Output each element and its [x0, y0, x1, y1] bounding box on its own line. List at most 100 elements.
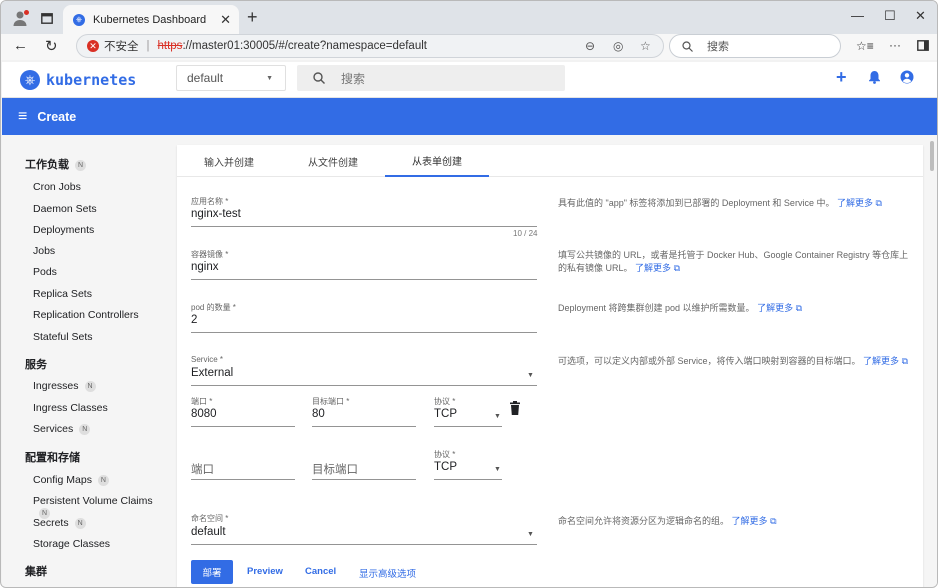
port-input-empty[interactable]: 端口 — [191, 461, 214, 477]
app-header: ⎈ kubernetes default ▼ 搜索 + — [2, 62, 937, 98]
external-link-icon: ⧉ — [770, 516, 777, 526]
delete-port-icon[interactable] — [510, 401, 520, 415]
account-icon[interactable] — [900, 70, 914, 88]
window-close-icon[interactable]: ✕ — [915, 8, 926, 24]
tab-create-from-file[interactable]: 从文件创建 — [281, 145, 385, 177]
item-label: Services — [33, 423, 74, 435]
sidebar-item-storage-classes[interactable]: Storage Classes — [33, 538, 110, 550]
port-input[interactable]: 8080 — [191, 408, 217, 420]
close-tab-icon[interactable]: ✕ — [220, 12, 231, 28]
learn-more-link[interactable]: 了解更多 ⧉ — [863, 356, 908, 366]
not-secure-icon: ✕ — [87, 40, 99, 52]
protocol-select[interactable]: TCP — [434, 408, 457, 420]
link-text: 了解更多 — [757, 303, 794, 313]
not-secure-label: 不安全 — [104, 41, 139, 53]
learn-more-link[interactable]: 了解更多 ⧉ — [635, 263, 680, 273]
protocol-label: 协议 * — [434, 397, 456, 406]
add-resource-icon[interactable]: + — [836, 67, 847, 88]
kubernetes-logo[interactable]: ⎈ kubernetes — [20, 70, 136, 90]
address-bar[interactable]: ✕ 不安全 | https ://master01:30005/#/create… — [76, 34, 664, 58]
zoom-icon[interactable]: ⊖ — [585, 39, 595, 53]
chevron-down-icon[interactable]: ▼ — [527, 372, 534, 379]
sidebar-item-services[interactable]: Services N — [33, 423, 91, 435]
sidebar-item-pods[interactable]: Pods — [33, 266, 57, 278]
namespace-underline — [191, 544, 537, 545]
item-label: Persistent Volume Claims — [33, 495, 153, 507]
hint-text: 填写公共镜像的 URL，或者是托管于 Docker Hub、Google Con… — [558, 250, 909, 273]
notifications-bell-icon[interactable] — [868, 70, 881, 88]
cancel-button[interactable]: Cancel — [305, 566, 336, 577]
sidebar-section-services[interactable]: 服务 — [25, 356, 47, 372]
url-text: ://master01:30005/#/create?namespace=def… — [182, 40, 427, 52]
image-input[interactable]: nginx — [191, 261, 219, 273]
back-icon[interactable]: ← — [13, 37, 28, 54]
sidebar-item-replication-controllers[interactable]: Replication Controllers — [33, 309, 139, 321]
sidebar-item-jobs[interactable]: Jobs — [33, 245, 55, 257]
tab-create-from-form[interactable]: 从表单创建 — [385, 145, 489, 177]
profile-icon[interactable] — [11, 8, 31, 28]
chevron-down-icon: ▼ — [266, 75, 273, 82]
read-aloud-icon[interactable]: ◎ — [613, 39, 623, 53]
tab-create-from-input[interactable]: 输入并创建 — [177, 145, 281, 177]
new-badge: N — [97, 474, 109, 486]
learn-more-link[interactable]: 了解更多 ⧉ — [732, 516, 777, 526]
minimize-icon[interactable]: — — [851, 8, 864, 23]
preview-button[interactable]: Preview — [247, 566, 283, 577]
reload-icon[interactable]: ↻ — [45, 37, 58, 55]
deploy-button[interactable]: 部署 — [191, 560, 233, 584]
port-underline — [191, 426, 295, 427]
sidebar-item-ingresses[interactable]: Ingresses N — [33, 380, 96, 392]
address-separator: | — [146, 40, 150, 52]
sidebar-item-secrets[interactable]: Secrets N — [33, 517, 86, 529]
browser-search-placeholder: 搜索 — [707, 41, 729, 53]
browser-search-box[interactable]: 搜索 — [669, 34, 841, 58]
protocol-select[interactable]: TCP — [434, 461, 457, 473]
sidebar-item-ingress-classes[interactable]: Ingress Classes — [33, 402, 108, 414]
more-options-icon[interactable]: ··· — [889, 38, 901, 52]
sidebar-item-replica-sets[interactable]: Replica Sets — [33, 288, 92, 300]
menu-icon[interactable]: ≡ — [18, 108, 27, 126]
external-link-icon: ⧉ — [901, 356, 908, 366]
protocol-label: 协议 * — [434, 450, 456, 459]
sidebar-item-persistent-volume-claims[interactable]: Persistent Volume ClaimsN — [33, 495, 165, 519]
pod-count-underline — [191, 332, 537, 333]
sidebar-section-workloads[interactable]: 工作负载 N — [25, 156, 86, 172]
link-text: 了解更多 — [635, 263, 672, 273]
favorite-star-icon[interactable]: ☆ — [640, 39, 651, 53]
target-port-input[interactable]: 80 — [312, 408, 325, 420]
image-underline — [191, 279, 537, 280]
sidebar-item-deployments[interactable]: Deployments — [33, 224, 94, 236]
chevron-down-icon[interactable]: ▼ — [494, 413, 501, 420]
service-hint: 可选项，可以定义内部或外部 Service，将传入端口映射到容器的目标端口。 了… — [558, 355, 910, 368]
browser-tab[interactable]: ⎈ Kubernetes Dashboard ✕ — [63, 5, 239, 34]
namespace-select[interactable]: default — [191, 526, 226, 538]
app-name-hint: 具有此值的 "app" 标签将添加到已部署的 Deployment 和 Serv… — [558, 197, 910, 210]
sidebar-item-cron-jobs[interactable]: Cron Jobs — [33, 181, 81, 193]
new-tab-icon[interactable]: + — [247, 7, 258, 28]
scrollbar-thumb[interactable] — [930, 141, 934, 171]
chevron-down-icon[interactable]: ▼ — [527, 531, 534, 538]
show-advanced-options-button[interactable]: 显示高级选项 — [359, 566, 416, 580]
sidebar-section-config-storage[interactable]: 配置和存储 — [25, 449, 80, 465]
sidebar-item-config-maps[interactable]: Config Maps N — [33, 474, 109, 486]
sidebar-item-stateful-sets[interactable]: Stateful Sets — [33, 331, 93, 343]
sidebar-item-daemon-sets[interactable]: Daemon Sets — [33, 203, 97, 215]
service-label: Service * — [191, 355, 224, 364]
pod-count-input[interactable]: 2 — [191, 314, 197, 326]
chevron-down-icon[interactable]: ▼ — [494, 466, 501, 473]
tab-actions-icon[interactable] — [37, 8, 57, 28]
target-port-input-empty[interactable]: 目标端口 — [312, 461, 358, 477]
maximize-icon[interactable]: ☐ — [884, 8, 896, 24]
learn-more-link[interactable]: 了解更多 ⧉ — [837, 198, 882, 208]
service-select[interactable]: External — [191, 367, 233, 379]
resource-search-input[interactable]: 搜索 — [297, 65, 565, 91]
create-card: 输入并创建 从文件创建 从表单创建 应用名称 * nginx-test 10 /… — [177, 145, 923, 587]
sidebar-section-cluster[interactable]: 集群 — [25, 563, 47, 579]
browser-window: ⎈ Kubernetes Dashboard ✕ + — ☐ ✕ ← ↻ ✕ 不… — [0, 0, 938, 588]
sidebar-toggle-icon[interactable] — [917, 38, 929, 55]
helm-wheel-icon: ⎈ — [20, 70, 40, 90]
favorites-list-icon[interactable]: ☆≡ — [856, 39, 874, 53]
namespace-selector[interactable]: default ▼ — [176, 65, 286, 91]
app-name-input[interactable]: nginx-test — [191, 208, 241, 220]
learn-more-link[interactable]: 了解更多 ⧉ — [757, 303, 802, 313]
